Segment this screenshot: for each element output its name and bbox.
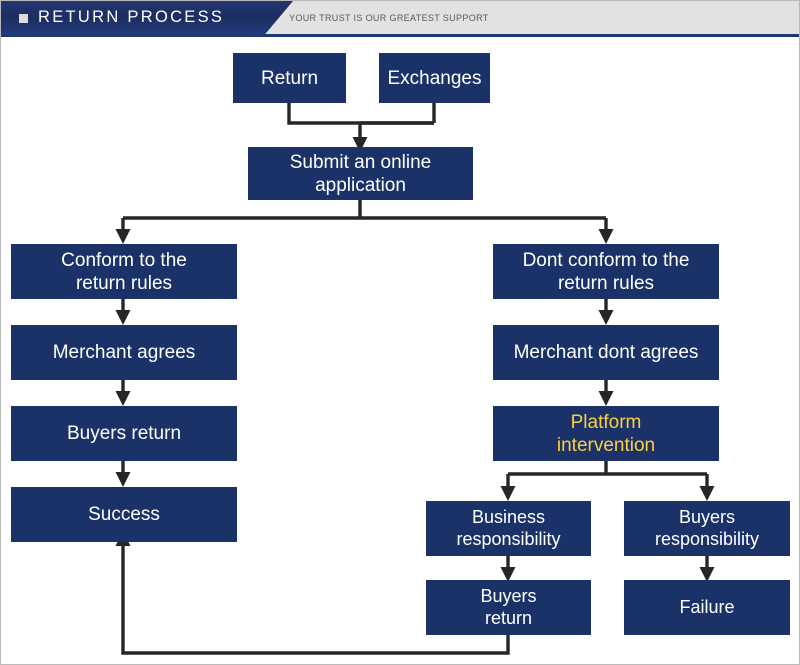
node-merchant-dont-agrees-label: Merchant dont agrees bbox=[514, 342, 699, 363]
node-business-responsibility[interactable]: Business responsibility bbox=[426, 501, 591, 556]
node-submit-label-line1: Submit an online bbox=[290, 152, 432, 173]
node-exchanges-label: Exchanges bbox=[387, 68, 481, 89]
arrowhead-business-responsibility bbox=[500, 486, 516, 501]
node-success-label: Success bbox=[88, 504, 160, 525]
flowchart-svg: Return Exchanges Submit an online applic… bbox=[11, 53, 790, 655]
arrowhead-success bbox=[115, 472, 131, 487]
flowchart-canvas: Return Exchanges Submit an online applic… bbox=[1, 37, 799, 664]
node-buyers-responsibility-label-line1: Buyers bbox=[679, 507, 735, 527]
node-buyers-responsibility-label-line2: responsibility bbox=[655, 529, 759, 549]
node-buyers-return-right-label-line1: Buyers bbox=[480, 586, 536, 606]
page-title: RETURN PROCESS bbox=[38, 8, 225, 26]
node-exchanges[interactable]: Exchanges bbox=[379, 53, 490, 103]
node-return-label: Return bbox=[261, 68, 318, 89]
node-conform-label-line1: Conform to the bbox=[61, 250, 187, 271]
node-buyers-return-left[interactable]: Buyers return bbox=[11, 406, 237, 461]
arrowhead-merchant-dont-agrees bbox=[598, 310, 614, 325]
node-dont-conform-label-line1: Dont conform to the bbox=[523, 250, 690, 271]
node-failure[interactable]: Failure bbox=[624, 580, 790, 635]
node-buyers-return-left-label: Buyers return bbox=[67, 423, 181, 444]
node-conform-label-line2: return rules bbox=[76, 273, 172, 294]
node-merchant-agrees-label: Merchant agrees bbox=[53, 342, 196, 363]
node-conform-to-return-rules[interactable]: Conform to the return rules bbox=[11, 244, 237, 299]
node-buyers-return-right-label-line2: return bbox=[485, 608, 532, 628]
node-failure-label: Failure bbox=[679, 597, 734, 617]
arrowhead-buyers-responsibility bbox=[699, 486, 715, 501]
node-platform-intervention[interactable]: Platform intervention bbox=[493, 406, 719, 461]
node-return[interactable]: Return bbox=[233, 53, 346, 103]
arrowhead-conform bbox=[115, 229, 131, 244]
arrowhead-platform bbox=[598, 391, 614, 406]
arrowhead-failure bbox=[699, 567, 715, 582]
arrowhead-dont-conform bbox=[598, 229, 614, 244]
node-dont-conform-label-line2: return rules bbox=[558, 273, 654, 294]
node-buyers-return-right[interactable]: Buyers return bbox=[426, 580, 591, 635]
node-dont-conform-to-return-rules[interactable]: Dont conform to the return rules bbox=[493, 244, 719, 299]
return-process-page: RETURN PROCESS YOUR TRUST IS OUR GREATES… bbox=[0, 0, 800, 665]
arrowhead-buyers-return-right bbox=[500, 567, 516, 582]
node-submit-application[interactable]: Submit an online application bbox=[248, 147, 473, 200]
arrowhead-buyers-return-left bbox=[115, 391, 131, 406]
node-submit-label-line2: application bbox=[315, 175, 406, 196]
header-tagline: YOUR TRUST IS OUR GREATEST SUPPORT bbox=[289, 13, 489, 23]
node-business-responsibility-label-line2: responsibility bbox=[456, 529, 560, 549]
node-success[interactable]: Success bbox=[11, 487, 237, 542]
node-buyers-responsibility[interactable]: Buyers responsibility bbox=[624, 501, 790, 556]
node-business-responsibility-label-line1: Business bbox=[472, 507, 545, 527]
arrowhead-merchant-agrees bbox=[115, 310, 131, 325]
node-merchant-agrees[interactable]: Merchant agrees bbox=[11, 325, 237, 380]
edge-return-to-submit bbox=[287, 103, 434, 125]
page-header: RETURN PROCESS YOUR TRUST IS OUR GREATES… bbox=[1, 1, 799, 37]
node-merchant-dont-agrees[interactable]: Merchant dont agrees bbox=[493, 325, 719, 380]
node-platform-intervention-label-line1: Platform bbox=[571, 412, 642, 433]
node-platform-intervention-label-line2: intervention bbox=[557, 435, 655, 456]
square-bullet-icon bbox=[19, 14, 28, 23]
